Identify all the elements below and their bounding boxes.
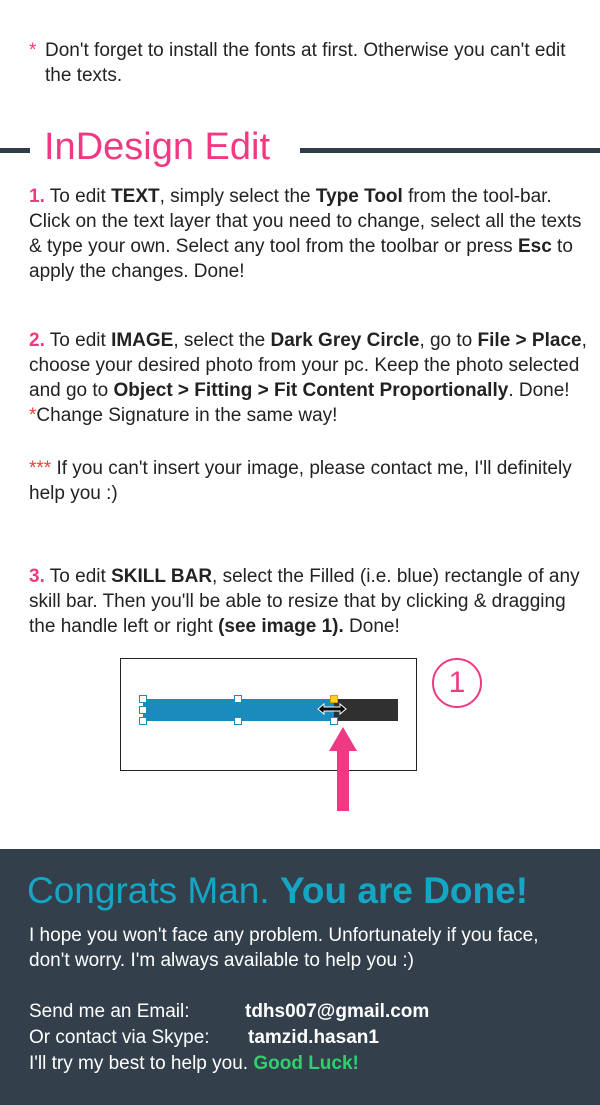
step-3-keyword-skill-bar: SKILL BAR: [111, 566, 213, 587]
step-2-part: . Done!: [508, 380, 570, 401]
step-1-part: , simply select the: [159, 186, 316, 207]
step-3-skillbar-instructions: 3. To edit SKILL BAR, select the Filled …: [29, 564, 589, 639]
step-1-keyword-esc: Esc: [517, 236, 552, 257]
heading-left-rule: [0, 148, 30, 153]
step-3-part: Done!: [343, 616, 400, 637]
congrats-light: Congrats Man.: [27, 870, 280, 911]
footer-panel: Congrats Man. You are Done! I hope you w…: [0, 849, 600, 1105]
step-3-keyword-see-image: (see image 1).: [218, 616, 344, 637]
selection-handle-bottom-center[interactable]: [234, 717, 242, 725]
step-1-number: 1.: [29, 186, 45, 207]
step-1-text-instructions: 1. To edit TEXT, simply select the Type …: [29, 184, 589, 284]
note-2-text: If you can't insert your image, please c…: [29, 458, 572, 504]
email-address[interactable]: tdhs007@gmail.com: [245, 999, 429, 1024]
step-1-keyword-text: TEXT: [111, 186, 160, 207]
selection-handle-top-center[interactable]: [234, 695, 242, 703]
selection-handle-bottom-left[interactable]: [139, 717, 147, 725]
step-2-part: Change Signature in the same way!: [36, 405, 338, 426]
step-2-part: To edit: [44, 330, 112, 351]
note-2-asterisks: ***: [29, 458, 52, 479]
step-2-keyword-image: IMAGE: [111, 330, 174, 351]
resize-cursor-icon: [317, 702, 347, 716]
image-number-badge: 1: [432, 658, 482, 708]
step-1-keyword-type-tool: Type Tool: [315, 186, 403, 207]
good-luck-text: Good Luck!: [253, 1053, 359, 1074]
step-2-part: , go to: [419, 330, 478, 351]
step-3-number: 3.: [29, 566, 45, 587]
selection-handle-middle-left[interactable]: [139, 706, 147, 714]
selection-handle-top-left[interactable]: [139, 695, 147, 703]
skype-id[interactable]: tamzid.hasan1: [248, 1025, 379, 1050]
section-heading: InDesign Edit: [44, 126, 271, 168]
step-2-keyword-circle: Dark Grey Circle: [270, 330, 420, 351]
congrats-bold: You are Done!: [279, 870, 529, 911]
image-help-note: *** If you can't insert your image, plea…: [29, 456, 589, 506]
step-3-part: To edit: [44, 566, 112, 587]
step-1-part: To edit: [44, 186, 112, 207]
closing-line: I'll try my best to help you. Good Luck!: [29, 1051, 359, 1076]
font-install-note: * Don't forget to install the fonts at f…: [29, 38, 579, 88]
congrats-heading: Congrats Man. You are Done!: [27, 869, 528, 913]
step-2-number: 2.: [29, 330, 45, 351]
selection-handle-bottom-right[interactable]: [330, 717, 338, 725]
email-label: Send me an Email:: [29, 1001, 190, 1022]
skill-bar-illustration: [120, 658, 417, 771]
note-asterisk: *: [29, 40, 37, 61]
step-2-part: , select the: [173, 330, 271, 351]
step-2-image-instructions: 2. To edit IMAGE, select the Dark Grey C…: [29, 328, 589, 428]
heading-right-rule: [300, 148, 600, 153]
closing-text: I'll try my best to help you.: [29, 1053, 254, 1074]
step-2-keyword-file-place: File > Place: [477, 330, 582, 351]
up-arrow-icon: [329, 727, 357, 811]
skype-label: Or contact via Skype:: [29, 1027, 210, 1048]
footer-message: I hope you won't face any problem. Unfor…: [29, 925, 539, 971]
step-2-keyword-fitting: Object > Fitting > Fit Content Proportio…: [113, 380, 509, 401]
note-text: Don't forget to install the fonts at fir…: [45, 40, 566, 86]
